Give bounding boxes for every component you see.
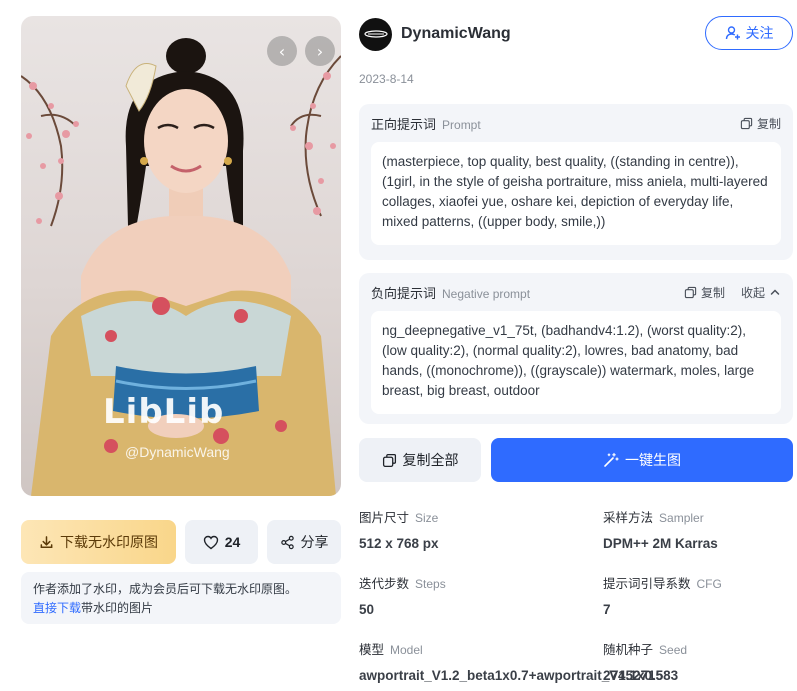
download-original-button[interactable]: 下载无水印原图	[21, 520, 176, 564]
positive-prompt-text: (masterpiece, top quality, best quality,…	[371, 142, 781, 245]
heart-icon	[203, 535, 218, 549]
param-sampler: 采样方法 Sampler DPM++ 2M Karras	[603, 511, 718, 551]
download-label: 下载无水印原图	[60, 534, 158, 550]
param-seed: 随机种子 Seed 2745271583	[603, 643, 688, 683]
chevron-left-icon: ‹	[278, 41, 286, 61]
chevron-up-icon	[770, 289, 780, 295]
param-cfg: 提示词引导系数 CFG 7	[603, 577, 722, 617]
direct-download-link[interactable]: 直接下载	[33, 601, 81, 615]
follow-label: 关注	[745, 25, 774, 41]
notice-text: 作者添加了水印，成为会员后可下载无水印原图。	[33, 582, 298, 596]
artwork-image[interactable]: ‹ › LibLib @DynamicWang	[21, 16, 341, 496]
size-value: 512 x 768 px	[359, 536, 439, 551]
avatar-logo-icon	[363, 30, 388, 38]
copy-icon	[684, 286, 697, 298]
negative-prompt-title: 负向提示词 Negative prompt	[371, 285, 531, 301]
author-name[interactable]: DynamicWang	[401, 25, 511, 43]
magic-wand-icon	[604, 452, 619, 467]
sampler-value: DPM++ 2M Karras	[603, 536, 718, 551]
notice-link-suffix: 带水印的图片	[81, 601, 154, 615]
watermark-notice: 作者添加了水印，成为会员后可下载无水印原图。 直接下载带水印的图片	[21, 572, 341, 624]
watermark-username: @DynamicWang	[125, 444, 230, 460]
image-actions: 下载无水印原图 24 分享	[21, 520, 341, 564]
chevron-right-icon: ›	[316, 41, 324, 61]
copy-positive-button[interactable]: 复制	[740, 115, 781, 132]
like-button[interactable]: 24	[185, 520, 258, 564]
steps-value: 50	[359, 602, 375, 617]
like-count: 24	[224, 534, 241, 550]
avatar[interactable]	[359, 17, 392, 51]
publish-date: 2023-8-14	[359, 72, 414, 86]
generate-label: 一键生图	[625, 452, 681, 468]
share-icon	[280, 535, 294, 549]
author-info: DynamicWang	[359, 17, 511, 51]
copy-icon	[740, 117, 753, 129]
copy-all-label: 复制全部	[402, 452, 459, 468]
cfg-value: 7	[603, 602, 611, 617]
negative-prompt-panel: 负向提示词 Negative prompt 复制 收起 ng_deepnegati…	[359, 273, 793, 424]
add-user-icon	[725, 26, 740, 40]
watermark-logo: LibLib	[103, 392, 225, 432]
share-label: 分享	[300, 534, 329, 550]
share-button[interactable]: 分享	[267, 520, 341, 564]
negative-prompt-text: ng_deepnegative_v1_75t, (badhandv4:1.2),…	[371, 311, 781, 414]
param-steps: 迭代步数 Steps 50	[359, 577, 446, 617]
copy-all-button[interactable]: 复制全部	[359, 438, 481, 482]
seed-value: 2745271583	[603, 668, 679, 683]
param-size: 图片尺寸 Size 512 x 768 px	[359, 511, 439, 551]
collapse-negative-button[interactable]: 收起	[741, 284, 781, 301]
prev-image-button[interactable]: ‹	[267, 36, 297, 66]
positive-prompt-title: 正向提示词 Prompt	[371, 116, 481, 132]
copy-icon	[382, 453, 396, 467]
generate-button[interactable]: 一键生图	[491, 438, 793, 482]
follow-button[interactable]: 关注	[705, 16, 793, 50]
copy-negative-button[interactable]: 复制	[684, 284, 725, 301]
positive-prompt-panel: 正向提示词 Prompt 复制 (masterpiece, top quality…	[359, 104, 793, 260]
download-icon	[40, 535, 53, 548]
next-image-button[interactable]: ›	[305, 36, 335, 66]
